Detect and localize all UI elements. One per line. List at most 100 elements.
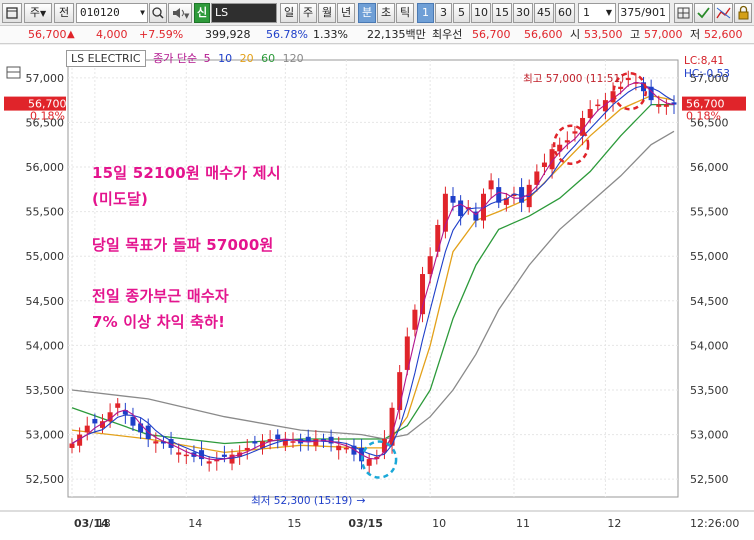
period-label: 일	[283, 6, 295, 19]
x-tick-label: 10	[432, 517, 446, 530]
interval-1[interactable]: 1	[417, 3, 434, 23]
candle-body	[336, 445, 342, 451]
chart-toolbar: 주▼ 전 010120 ▼ ▼ 신 LS ELECTRI 일 주 월 년 분 초…	[0, 0, 754, 37]
candle-body	[572, 131, 578, 134]
svg-text:▼: ▼	[184, 12, 190, 20]
stock-name-field[interactable]: LS ELECTRI	[211, 3, 277, 37]
window-menu-icon[interactable]	[2, 3, 22, 23]
lock-icon[interactable]	[734, 3, 752, 23]
period-label: 월	[321, 6, 333, 19]
interval-10[interactable]: 10	[471, 3, 491, 23]
candle-body	[625, 77, 631, 81]
period-tick[interactable]: 틱	[396, 3, 414, 23]
interval-15[interactable]: 15	[492, 3, 512, 23]
change-percent: +7.59%	[139, 28, 184, 41]
open-label: 시	[570, 28, 581, 41]
chart-panel[interactable]: 57,000 57,000 56,500 56,500 56,000 56,000 55,5…	[0, 45, 754, 540]
chart-compare-icon[interactable]	[714, 3, 733, 23]
candle-body	[313, 439, 319, 446]
time-label: 12:26:00	[690, 517, 739, 530]
up-arrow-icon: ▲	[67, 29, 75, 40]
candle-body	[427, 256, 433, 275]
y-tick-right: 53,500	[690, 384, 729, 397]
lc-value: LC:8,41	[684, 55, 724, 67]
stock-code-input[interactable]: 010120 ▼	[76, 3, 148, 23]
period-day[interactable]: 일	[280, 3, 298, 23]
prev-button-label: 전	[58, 6, 70, 19]
volume: 399,928	[205, 28, 251, 41]
interval-label: 1	[422, 6, 429, 19]
turnover-rate: 1.33%	[313, 28, 348, 41]
price-change: 4,000	[96, 28, 128, 41]
interval-label: 45	[537, 6, 551, 19]
prev-button[interactable]: 전	[54, 3, 74, 23]
y-tick-right: 54,500	[690, 295, 729, 308]
y-tick-left: 55,500	[26, 206, 65, 219]
candle-body	[153, 441, 159, 444]
y-tick-left: 54,500	[26, 295, 65, 308]
period-second[interactable]: 초	[377, 3, 395, 23]
best-ask-2: 56,600	[524, 28, 563, 41]
candle-body	[275, 434, 281, 440]
type-select[interactable]: 주▼	[24, 3, 52, 23]
plot-frame	[67, 59, 679, 498]
speaker-icon[interactable]: ▼	[168, 3, 192, 23]
ma10-label: 10	[218, 52, 233, 65]
period-month[interactable]: 월	[318, 3, 336, 23]
credit-badge-label: 신	[196, 6, 208, 19]
high-price: 57,000	[644, 28, 683, 41]
interval-label: 5	[458, 6, 465, 19]
search-icon[interactable]	[149, 3, 167, 23]
y-tick-right: 53,000	[690, 429, 729, 442]
y-tick-right: 56,000	[690, 161, 729, 174]
ma120-label: 120	[282, 52, 304, 65]
trade-amount: 22,135백만	[367, 28, 426, 41]
period-week[interactable]: 주	[299, 3, 317, 23]
y-tick-left: 52,500	[26, 473, 65, 486]
interval-label: 30	[516, 6, 530, 19]
count-select[interactable]: 1 ▼	[578, 3, 616, 23]
interval-label: 15	[495, 6, 509, 19]
low-arrow-icon: →	[356, 494, 365, 507]
low-label: 저	[690, 28, 701, 41]
y-tick-right: 52,500	[690, 473, 729, 486]
period-minute[interactable]: 분	[358, 3, 376, 23]
candle-body	[290, 441, 296, 443]
ma60-label: 60	[261, 52, 276, 65]
candle-body	[656, 104, 662, 107]
interval-5[interactable]: 5	[453, 3, 470, 23]
y-tick-left: 55,000	[26, 250, 65, 263]
x-tick-label: 13	[97, 517, 111, 530]
best-ask-1: 56,700	[472, 28, 511, 41]
low-price: 52,600	[704, 28, 743, 41]
candle-body	[176, 452, 182, 455]
candle-body	[252, 441, 258, 444]
period-label: 분	[361, 6, 373, 19]
candle-body	[343, 447, 349, 450]
chart-legend: LS ELECTRIC 종가 단순 5 10 20 60 120	[66, 50, 304, 67]
grid-settings-icon[interactable]	[674, 3, 693, 23]
interval-45[interactable]: 45	[534, 3, 554, 23]
position-indicator: 375/901	[618, 3, 670, 23]
note-line-4: 전일 종가부근 매수자	[92, 287, 229, 305]
note-line-5: 7% 이상 차익 축하!	[92, 313, 226, 331]
x-tick-label: 12	[607, 517, 621, 530]
dropdown-arrow-icon: ▼	[39, 9, 47, 18]
quote-bar: 56,700 ▲ 4,000 +7.59% 399,928 56.78% 1.3…	[0, 26, 754, 44]
best-ask-label: 최우선	[432, 28, 463, 41]
interval-3[interactable]: 3	[435, 3, 452, 23]
stock-code-value: 010120	[80, 6, 120, 19]
checkmark-icon[interactable]	[694, 3, 713, 23]
dropdown-arrow-icon[interactable]: ▼	[140, 4, 145, 22]
count-value: 1	[583, 6, 590, 19]
y-tick-right: 55,000	[690, 250, 729, 263]
hc-value: HC:-0,53	[684, 68, 730, 80]
y-tick-left: 53,500	[26, 384, 65, 397]
period-year[interactable]: 년	[337, 3, 355, 23]
interval-60[interactable]: 60	[555, 3, 575, 23]
y-tick-left: 57,000	[26, 72, 65, 85]
open-price: 53,500	[584, 28, 623, 41]
interval-30[interactable]: 30	[513, 3, 533, 23]
right-price-pct: 0.18%	[686, 110, 721, 123]
dropdown-arrow-icon[interactable]: ▼	[606, 4, 612, 22]
